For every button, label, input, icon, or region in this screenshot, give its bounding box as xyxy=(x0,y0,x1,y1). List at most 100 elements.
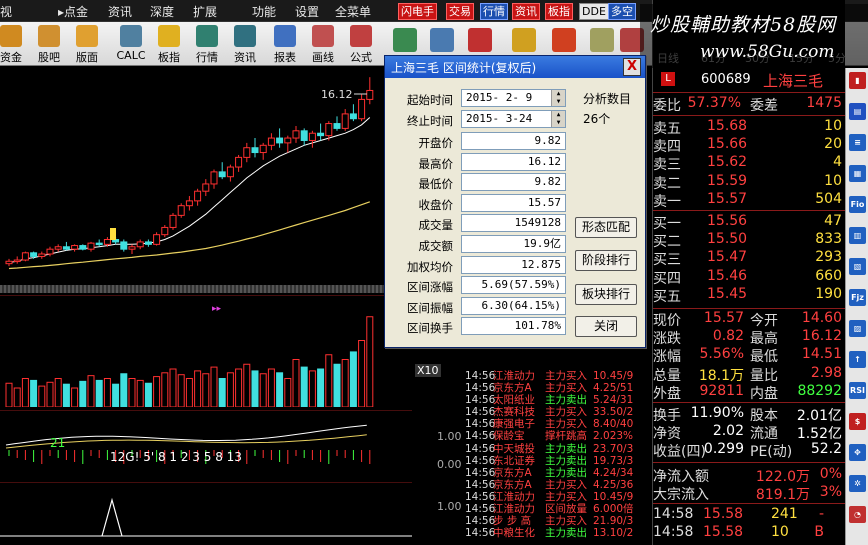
menu-item-dianjin[interactable]: ▸点金 xyxy=(58,3,88,20)
trade-row: 14:58 15.58 241 - xyxy=(653,506,846,526)
stock-name: 上海三毛 xyxy=(763,72,824,90)
check-icon[interactable] xyxy=(468,28,492,52)
list-icon[interactable]: ≡ xyxy=(849,134,866,151)
candle xyxy=(341,113,349,129)
bid-row[interactable]: 买一 15.56 47 xyxy=(653,213,846,233)
menu-item-all-menu[interactable]: 全菜单 xyxy=(335,3,371,20)
stat-field-value[interactable]: 1549128 xyxy=(461,214,566,233)
quick-button[interactable]: 多空 xyxy=(608,3,636,20)
grid-icon[interactable]: ▦ xyxy=(849,165,866,182)
tick-row[interactable]: 14:56步 步 高主力买入 21.90/3 xyxy=(465,515,652,527)
tick-row[interactable]: 14:56京东方A 主力买入 4.25/36 xyxy=(465,479,652,491)
tick-list[interactable]: 14:56江淮动力 主力买入 10.45/9 14:56京东方A 主力买入 4.25/51… xyxy=(465,370,652,545)
tick-row[interactable]: 14:56京东方A 主力卖出 4.24/34 xyxy=(465,467,652,479)
stat-field-value[interactable]: 5.69(57.59%) xyxy=(461,276,566,295)
tick-row[interactable]: 14:56江淮动力 区间放量 6.000倍 xyxy=(465,503,652,515)
ask-row[interactable]: 卖四 15.66 20 xyxy=(653,136,846,156)
table-icon[interactable]: ▥ xyxy=(849,227,866,244)
tick-row[interactable]: 14:56杰赛科技 主力买入 33.50/2 xyxy=(465,406,652,418)
pattern-match-button[interactable]: 形态匹配 xyxy=(575,217,637,238)
tick-row[interactable]: 14:56东北证券 主力卖出 19.73/3 xyxy=(465,455,652,467)
close-button[interactable]: 关闭 xyxy=(575,316,637,337)
toolbar-button[interactable]: 报表 xyxy=(268,24,302,64)
menu-item-depth[interactable]: 深度 xyxy=(150,3,174,20)
tick-row[interactable]: 14:56江淮动力 主力买入 10.45/9 xyxy=(465,370,652,382)
end-date-picker[interactable]: 2015- 3-24 ▲ ▼ xyxy=(461,110,566,128)
stat-field-value[interactable]: 6.30(64.15%) xyxy=(461,296,566,315)
toolbar-button[interactable]: 股吧 xyxy=(32,24,66,64)
menu-item-settings[interactable]: 设置 xyxy=(295,3,319,20)
bid-row[interactable]: 买三 15.47 293 xyxy=(653,249,846,269)
coins-icon[interactable] xyxy=(512,28,536,52)
stat-field-value[interactable]: 101.78% xyxy=(461,317,566,336)
stage-rank-button[interactable]: 阶段排行 xyxy=(575,250,637,271)
quick-button[interactable]: 闪电手 xyxy=(398,3,437,20)
tick-row[interactable]: 14:56京东方A 主力买入 4.25/51 xyxy=(465,382,652,394)
quick-button[interactable]: 资讯 xyxy=(512,3,540,20)
stat-field-value[interactable]: 19.9亿 xyxy=(461,235,566,253)
flow-row: 净流入额 122.0万 0% xyxy=(653,466,846,486)
indicator-chart[interactable] xyxy=(0,482,412,545)
toolbar-button[interactable]: 公式 xyxy=(344,24,378,64)
tick-stock-name: 杰赛科技 xyxy=(493,406,535,419)
quick-button[interactable]: 行情 xyxy=(480,3,508,20)
menu-item-news[interactable]: 资讯 xyxy=(108,3,132,20)
tick-row[interactable]: 14:56太阳纸业 主力卖出 5.24/31 xyxy=(465,394,652,406)
toolbar-button[interactable]: 行情 xyxy=(190,24,224,64)
bid-row[interactable]: 买二 15.50 833 xyxy=(653,231,846,251)
dialog-title-bar[interactable]: 上海三毛 区间统计(复权后) X xyxy=(385,56,645,78)
toolbar-button[interactable]: 画线 xyxy=(306,24,340,64)
quick-button[interactable]: 板指 xyxy=(545,3,573,20)
stat-field-value[interactable]: 15.57 xyxy=(461,193,566,212)
image-icon[interactable] xyxy=(430,28,454,52)
chart-icon[interactable] xyxy=(393,28,417,52)
pie-icon[interactable]: ◔ xyxy=(849,506,866,523)
close-icon[interactable]: X xyxy=(623,58,641,76)
gear-icon[interactable]: ✲ xyxy=(849,475,866,492)
fjz-icon[interactable]: Fjz xyxy=(849,289,866,306)
toolbar-button[interactable]: CALC xyxy=(114,24,148,64)
stat-field-value[interactable]: 9.82 xyxy=(461,173,566,192)
quote-icon[interactable]: ▨ xyxy=(849,320,866,337)
bar-chart-icon[interactable] xyxy=(552,28,576,52)
quick-button[interactable]: DDE xyxy=(579,3,609,20)
money-flow-icon[interactable]: $ xyxy=(849,413,866,430)
menu-item-extend[interactable]: 扩展 xyxy=(193,3,217,20)
stat-row: 现价 15.57 今开 14.60 xyxy=(653,310,846,330)
menu-item-view[interactable]: 视 xyxy=(0,3,12,20)
document-icon[interactable] xyxy=(590,28,614,52)
toolbar-button[interactable]: 板指 xyxy=(152,24,186,64)
cost-icon[interactable]: ↑ xyxy=(849,351,866,368)
tick-row[interactable]: 14:56中粮生化 主力卖出 13.10/2 xyxy=(465,527,652,539)
start-date-picker[interactable]: 2015- 2- 9 ▲ ▼ xyxy=(461,89,566,107)
rsi-icon[interactable]: RSI xyxy=(849,382,866,399)
stat-field-value[interactable]: 9.82 xyxy=(461,132,566,150)
toolbar-button[interactable]: 版面 xyxy=(70,24,104,64)
date-spinner-icon[interactable]: ▲ ▼ xyxy=(551,90,565,106)
toolbar-button[interactable]: 资讯 xyxy=(228,24,262,64)
ask-row[interactable]: 卖五 15.68 10 xyxy=(653,118,846,138)
tick-row[interactable]: 14:56中天城投 主力卖出 23.70/3 xyxy=(465,443,652,455)
indicator-spike xyxy=(101,497,123,537)
date-spinner-icon[interactable]: ▲ ▼ xyxy=(551,111,565,127)
chart-toggle-icon[interactable]: ▤ xyxy=(849,103,866,120)
pin-icon[interactable]: ▮ xyxy=(849,72,866,89)
sector-rank-button[interactable]: 板块排行 xyxy=(575,284,637,305)
ask-row[interactable]: 卖一 15.57 504 xyxy=(653,191,846,211)
move-icon[interactable]: ✥ xyxy=(849,444,866,461)
bid-row[interactable]: 买五 15.45 190 xyxy=(653,286,846,306)
quick-button[interactable]: 交易 xyxy=(446,3,474,20)
tick-row[interactable]: 14:56保龄宝 撑杆跳高 2.023% xyxy=(465,430,652,442)
ask-row[interactable]: 卖二 15.59 10 xyxy=(653,173,846,193)
volume-chart[interactable] xyxy=(0,295,412,407)
tick-row[interactable]: 14:56江淮动力 主力买入 10.45/9 xyxy=(465,491,652,503)
dde-icon[interactable]: ▧ xyxy=(849,258,866,275)
stat-field-value[interactable]: 12.875 xyxy=(461,255,566,274)
toolbar-button[interactable]: 资金 xyxy=(0,24,28,64)
stat-field-value[interactable]: 16.12 xyxy=(461,152,566,171)
menu-item-function[interactable]: 功能 xyxy=(252,3,276,20)
fio-icon[interactable]: Fio xyxy=(849,196,866,213)
ask-row[interactable]: 卖三 15.62 4 xyxy=(653,154,846,174)
bid-row[interactable]: 买四 15.46 660 xyxy=(653,268,846,288)
tick-row[interactable]: 14:56康强电子 主力买入 8.40/40 xyxy=(465,418,652,430)
